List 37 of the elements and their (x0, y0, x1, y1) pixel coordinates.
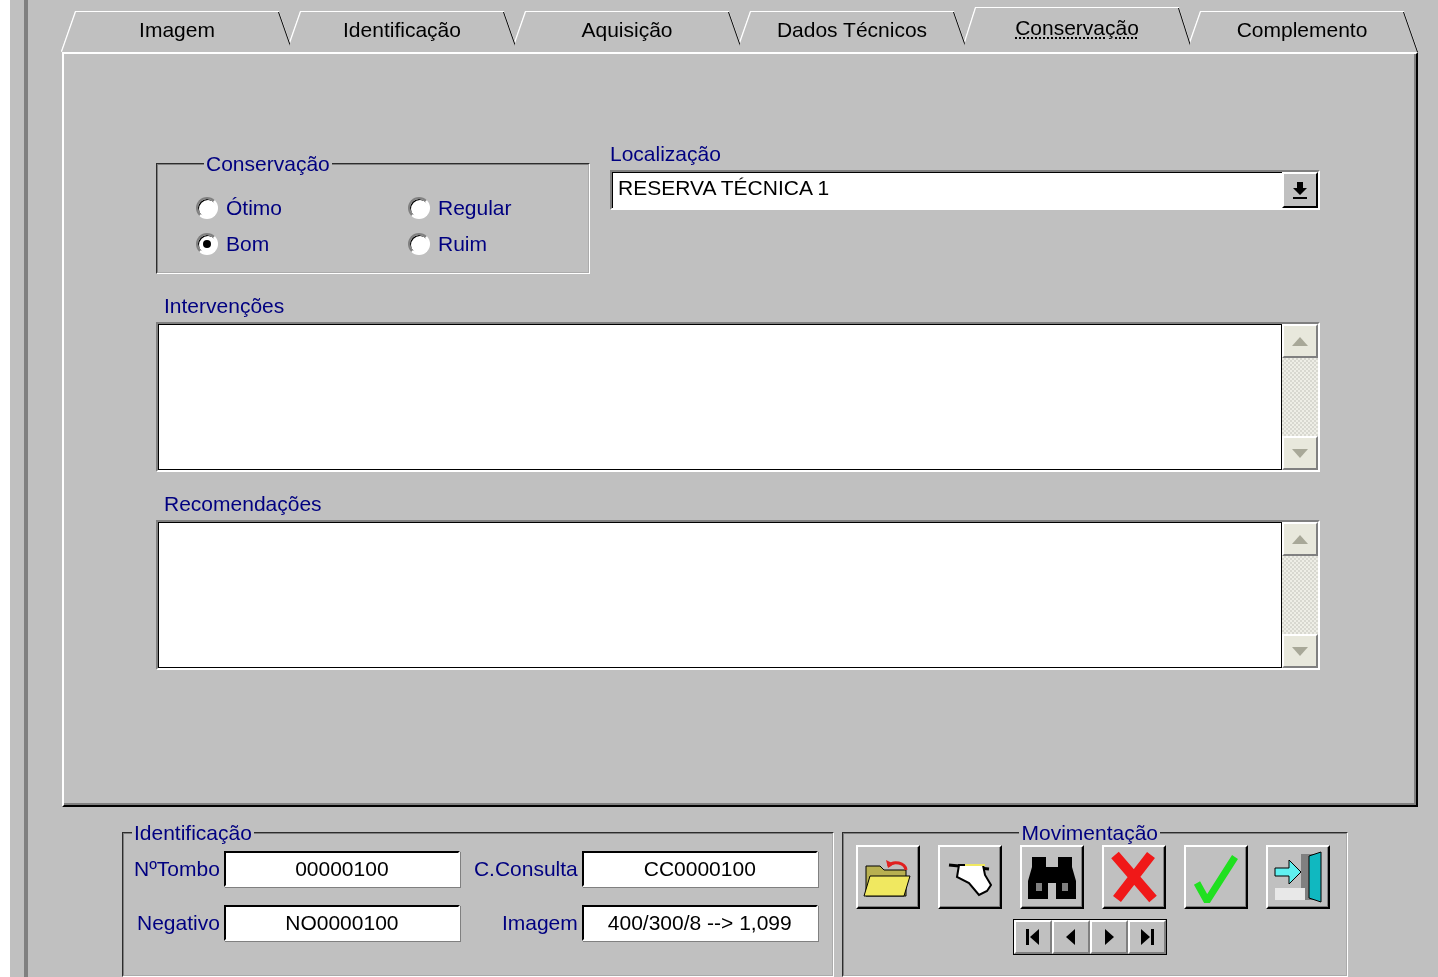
last-record-button[interactable] (1127, 920, 1166, 955)
dropdown-button[interactable] (1282, 172, 1318, 208)
group-title: Identificação (133, 821, 253, 846)
input-field[interactable]: 00000100 (223, 851, 460, 888)
input-field[interactable]: CC0000100 (581, 851, 818, 888)
group-title: Conservação (205, 152, 331, 176)
dropdown-value: RESERVA TÉCNICA 1 (612, 172, 1282, 208)
field-label: Intervenções (164, 294, 286, 318)
down-arrow-to-line-icon (1292, 180, 1308, 200)
exit-button[interactable] (1265, 845, 1330, 910)
edit-button[interactable] (937, 845, 1002, 910)
radio-button[interactable] (408, 197, 430, 219)
radio-label: Bom (226, 232, 270, 256)
field-label: Imagem (500, 911, 578, 936)
open-button[interactable] (855, 845, 920, 910)
group-title: Movimentação (1020, 821, 1160, 846)
radio-button[interactable] (196, 233, 218, 255)
first-record-button[interactable] (1013, 920, 1052, 955)
next-record-button[interactable] (1089, 920, 1128, 955)
input-field[interactable]: NO0000100 (223, 905, 460, 942)
field-label: Negativo (136, 911, 220, 936)
field-label: NºTombo (134, 857, 220, 882)
field-label: C.Consulta (473, 857, 578, 882)
field-label: Localização (610, 142, 722, 166)
prev-record-button[interactable] (1051, 920, 1090, 955)
find-button[interactable] (1019, 845, 1084, 910)
radio-label: Ruim (438, 232, 487, 256)
input-field[interactable]: 400/300/8 --> 1,099 (581, 905, 818, 942)
x-mark-icon (1108, 851, 1159, 904)
radio-button[interactable] (196, 197, 218, 219)
delete-button[interactable] (1101, 845, 1166, 910)
confirm-button[interactable] (1183, 845, 1248, 910)
location-dropdown[interactable]: RESERVA TÉCNICA 1 (610, 170, 1320, 210)
radio-button[interactable] (408, 233, 430, 255)
radio-label: Ótimo (226, 196, 282, 220)
radio-label: Regular (438, 196, 512, 220)
field-label: Recomendações (164, 492, 323, 516)
